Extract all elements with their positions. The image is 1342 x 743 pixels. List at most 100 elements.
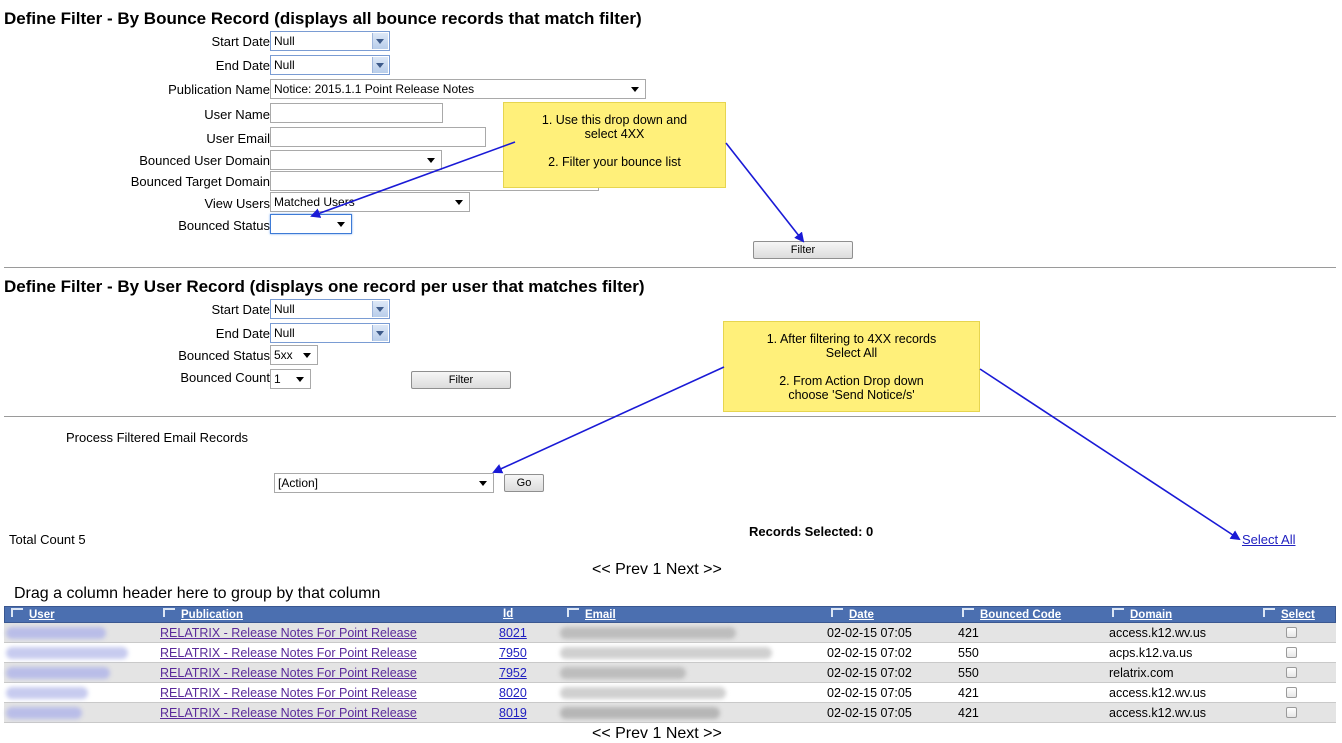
column-menu-icon (1112, 608, 1124, 617)
publication-link[interactable]: RELATRIX - Release Notes For Point Relea… (160, 646, 417, 660)
publication-link[interactable]: RELATRIX - Release Notes For Point Relea… (160, 666, 417, 680)
bounced-status-label: Bounced Status (178, 218, 270, 233)
date-cell: 02-02-15 07:05 (827, 626, 912, 640)
column-menu-icon (163, 608, 175, 617)
code-cell: 550 (958, 646, 979, 660)
row-select-checkbox[interactable] (1286, 707, 1297, 718)
date-cell: 02-02-15 07:05 (827, 706, 912, 720)
date-cell: 02-02-15 07:02 (827, 666, 912, 680)
bounced-target-domain-label: Bounced Target Domain (130, 174, 270, 189)
row-select-checkbox[interactable] (1286, 667, 1297, 678)
note2-line2: 2. From Action Drop down choose 'Send No… (779, 374, 924, 402)
note2-line1: 1. After filtering to 4XX records Select… (766, 332, 937, 360)
row-select-checkbox[interactable] (1286, 687, 1297, 698)
column-menu-icon (567, 608, 579, 617)
user-email-label: User Email (206, 131, 270, 146)
bounce-filter-title: Define Filter - By Bounce Record (displa… (4, 9, 642, 28)
column-header-domain[interactable]: Domain (1112, 608, 1172, 621)
view-users-select[interactable]: Matched Users (270, 192, 470, 212)
bounce-records-grid: User Publication Id Email Date Bounced C… (4, 606, 1336, 723)
publication-link[interactable]: RELATRIX - Release Notes For Point Relea… (160, 686, 417, 700)
section-divider (4, 416, 1336, 417)
row-select-checkbox[interactable] (1286, 647, 1297, 658)
bounced-user-domain-label: Bounced User Domain (139, 153, 270, 168)
bounced-user-domain-select[interactable] (270, 150, 442, 170)
redacted-user (6, 667, 110, 679)
pager-top[interactable]: << Prev 1 Next >> (592, 561, 722, 579)
column-menu-icon (11, 608, 23, 617)
arrow-to-filter-button (725, 142, 805, 243)
user-start-date-select[interactable]: Null (270, 299, 390, 319)
user-name-input[interactable] (270, 103, 443, 123)
records-selected: Records Selected: 0 (749, 524, 874, 539)
view-users-value: Matched Users (274, 195, 355, 209)
domain-cell: access.k12.wv.us (1109, 686, 1207, 700)
table-row: RELATRIX - Release Notes For Point Relea… (4, 643, 1336, 663)
end-date-select[interactable]: Null (270, 55, 390, 75)
column-header-user[interactable]: User (11, 608, 55, 621)
id-link[interactable]: 8020 (499, 686, 527, 700)
user-end-date-select[interactable]: Null (270, 323, 390, 343)
start-date-value: Null (274, 34, 295, 48)
code-cell: 421 (958, 626, 979, 640)
code-cell: 550 (958, 666, 979, 680)
table-row: RELATRIX - Release Notes For Point Relea… (4, 683, 1336, 703)
user-end-date-value: Null (274, 326, 295, 340)
redacted-user (6, 627, 106, 639)
id-link[interactable]: 8021 (499, 626, 527, 640)
bounced-count-select[interactable]: 1 (270, 369, 311, 389)
column-header-id[interactable]: Id (503, 608, 513, 620)
column-header-date[interactable]: Date (831, 608, 874, 621)
start-date-label: Start Date (211, 34, 270, 49)
publication-link[interactable]: RELATRIX - Release Notes For Point Relea… (160, 706, 417, 720)
redacted-user (6, 687, 88, 699)
id-link[interactable]: 8019 (499, 706, 527, 720)
table-row: RELATRIX - Release Notes For Point Relea… (4, 703, 1336, 723)
user-bounced-status-select[interactable]: 5xx (270, 345, 318, 365)
pager-bottom[interactable]: << Prev 1 Next >> (592, 725, 722, 743)
section-divider (4, 267, 1336, 268)
publication-label: Publication Name (168, 82, 270, 97)
redacted-email (560, 687, 726, 699)
redacted-email (560, 667, 686, 679)
action-select[interactable]: [Action] (274, 473, 494, 493)
end-date-label: End Date (215, 58, 270, 73)
note1-line1: 1. Use this drop down and select 4XX (541, 113, 688, 141)
user-bounced-status-value: 5xx (274, 348, 293, 362)
user-email-input[interactable] (270, 127, 486, 147)
publication-value: Notice: 2015.1.1 Point Release Notes (274, 82, 475, 96)
chevron-down-icon (372, 57, 388, 73)
column-header-email[interactable]: Email (567, 608, 616, 621)
select-all-link[interactable]: Select All (1242, 532, 1295, 547)
id-link[interactable]: 7952 (499, 666, 527, 680)
domain-cell: access.k12.wv.us (1109, 706, 1207, 720)
group-by-hint: Drag a column header here to group by th… (14, 585, 381, 602)
column-header-publication[interactable]: Publication (163, 608, 243, 621)
user-filter-button[interactable]: Filter (411, 371, 511, 389)
date-cell: 02-02-15 07:02 (827, 646, 912, 660)
domain-cell: relatrix.com (1109, 666, 1174, 680)
code-cell: 421 (958, 686, 979, 700)
arrow-to-action-select (492, 366, 725, 474)
redacted-email (560, 647, 772, 659)
action-value: [Action] (278, 476, 319, 490)
publication-link[interactable]: RELATRIX - Release Notes For Point Relea… (160, 626, 417, 640)
column-menu-icon (831, 608, 843, 617)
bounced-count-value: 1 (274, 372, 281, 386)
note1-line2: 2. Filter your bounce list (548, 155, 681, 169)
bounce-filter-button[interactable]: Filter (753, 241, 853, 259)
bounced-status-select[interactable] (270, 214, 352, 234)
user-end-date-label: End Date (215, 326, 270, 341)
column-menu-icon (962, 608, 974, 617)
row-select-checkbox[interactable] (1286, 627, 1297, 638)
column-header-select[interactable]: Select (1263, 608, 1315, 621)
id-link[interactable]: 7950 (499, 646, 527, 660)
start-date-select[interactable]: Null (270, 31, 390, 51)
column-header-bounced-code[interactable]: Bounced Code (962, 608, 1061, 621)
process-title: Process Filtered Email Records (66, 430, 249, 445)
total-count: Total Count 5 (9, 532, 86, 547)
redacted-user (6, 707, 82, 719)
user-start-date-label: Start Date (211, 302, 270, 317)
publication-select[interactable]: Notice: 2015.1.1 Point Release Notes (270, 79, 646, 99)
go-button[interactable]: Go (504, 474, 544, 492)
